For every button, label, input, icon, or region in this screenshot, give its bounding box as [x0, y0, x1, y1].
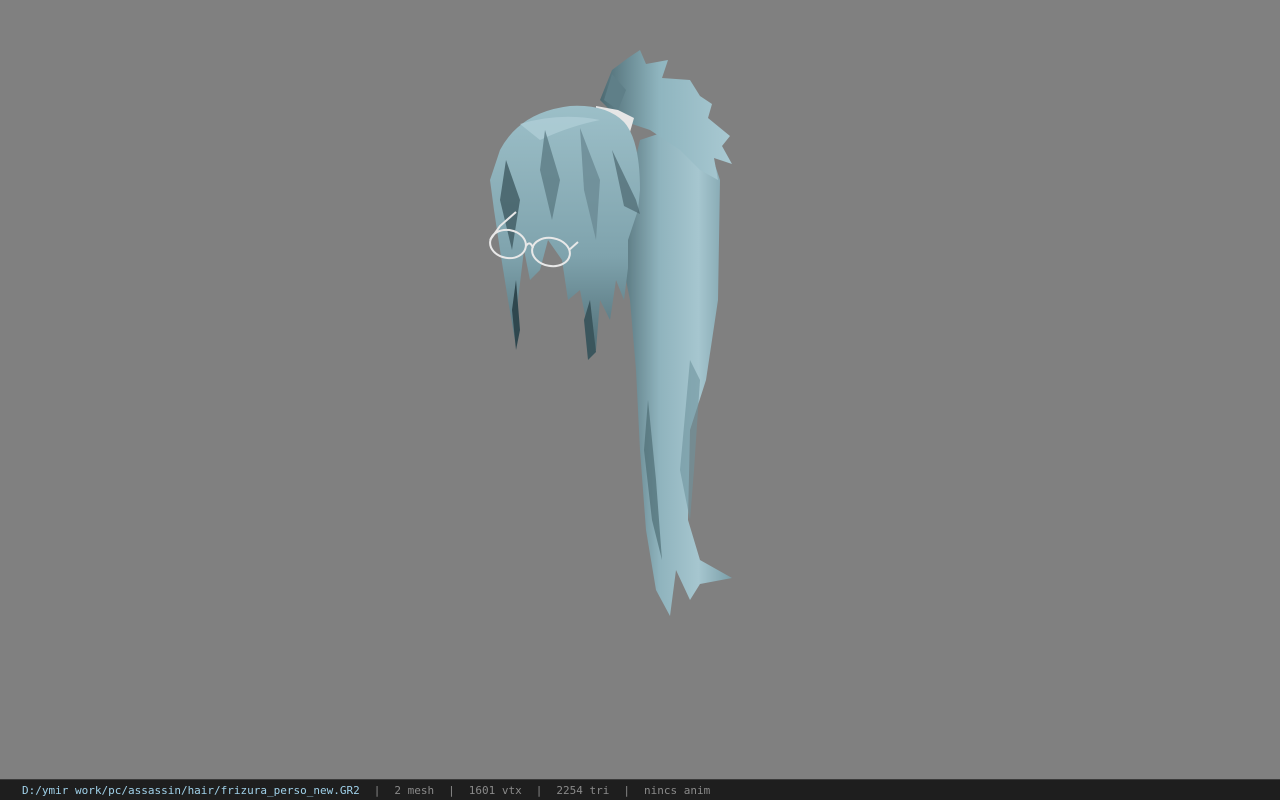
- status-separator: |: [623, 783, 630, 797]
- triangle-count-label: 2254 tri: [556, 783, 610, 797]
- status-separator: |: [448, 783, 455, 797]
- mesh-count-label: 2 mesh: [394, 783, 435, 797]
- hair-model-render: [489, 50, 732, 616]
- status-separator: |: [373, 783, 381, 797]
- vertex-count-label: 1601 vtx: [468, 783, 522, 797]
- file-path-label: D:/ymir work/pc/assassin/hair/frizura_pe…: [22, 783, 360, 797]
- head-hair: [490, 105, 640, 360]
- 3d-viewport[interactable]: [0, 0, 1280, 779]
- status-bar: D:/ymir work/pc/assassin/hair/frizura_pe…: [0, 779, 1280, 800]
- animation-status-label: nincs anim: [643, 783, 711, 797]
- status-separator: |: [535, 783, 543, 797]
